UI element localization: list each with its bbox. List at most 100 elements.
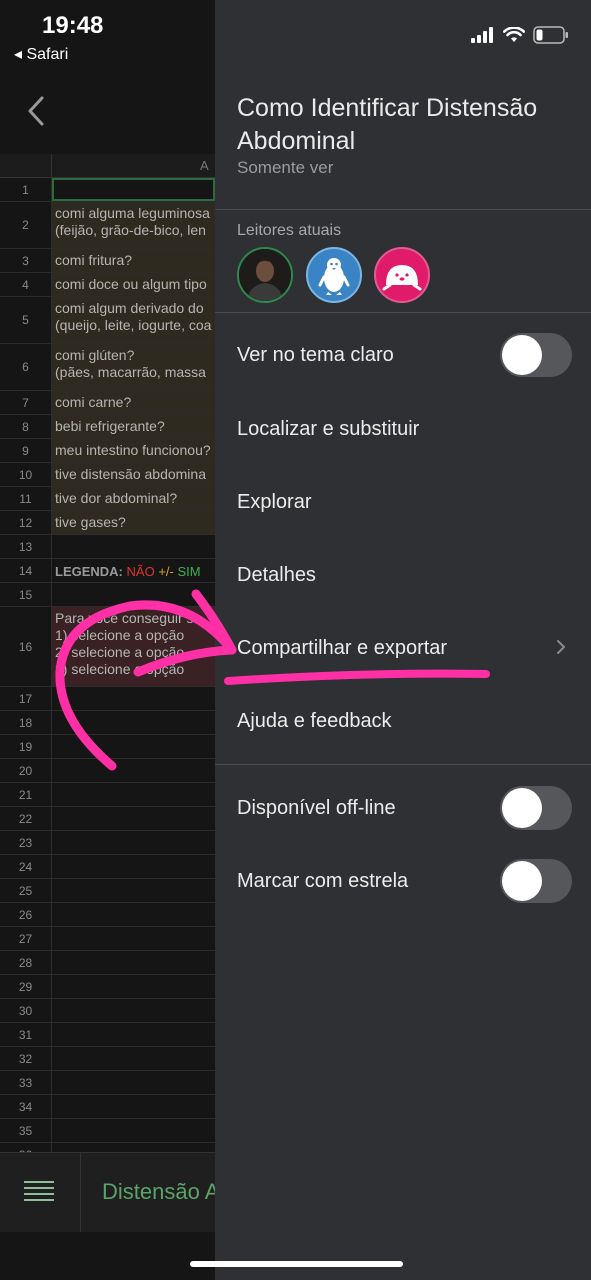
table-cell[interactable]: comi algum derivado do (queijo, leite, i… xyxy=(52,297,215,343)
back-chevron-icon[interactable] xyxy=(24,94,50,128)
table-cell[interactable]: tive dor abdominal? xyxy=(52,487,215,510)
light-theme-toggle[interactable] xyxy=(500,333,572,377)
row-number[interactable]: 30 xyxy=(0,999,52,1022)
offline-toggle[interactable] xyxy=(500,786,572,830)
table-row[interactable]: 23 xyxy=(0,831,215,855)
back-to-safari-link[interactable]: ◂ Safari xyxy=(14,44,68,64)
table-cell[interactable]: bebi refrigerante? xyxy=(52,415,215,438)
table-cell[interactable] xyxy=(52,879,215,902)
table-cell[interactable]: meu intestino funcionou? xyxy=(52,439,215,462)
row-number[interactable]: 32 xyxy=(0,1047,52,1070)
reader-avatar-seal[interactable] xyxy=(374,247,430,303)
all-sheets-menu-icon[interactable] xyxy=(24,1181,54,1203)
table-cell[interactable] xyxy=(52,535,215,558)
row-number[interactable]: 19 xyxy=(0,735,52,758)
column-header-a[interactable]: A xyxy=(200,158,209,173)
row-number[interactable]: 24 xyxy=(0,855,52,878)
table-row[interactable]: 31 xyxy=(0,1023,215,1047)
table-cell[interactable] xyxy=(52,1047,215,1070)
table-cell[interactable] xyxy=(52,951,215,974)
table-row[interactable]: 16 Para você conseguir sa 1) selecione a … xyxy=(0,607,215,687)
table-row[interactable]: 24 xyxy=(0,855,215,879)
table-cell[interactable]: comi doce ou algum tipo xyxy=(52,273,215,296)
table-row[interactable]: 6 comi glúten? (pães, macarrão, massa xyxy=(0,344,215,391)
table-row[interactable]: 27 xyxy=(0,927,215,951)
menu-item-light-theme[interactable]: Ver no tema claro xyxy=(237,344,394,367)
row-number[interactable]: 16 xyxy=(0,607,52,686)
row-number[interactable]: 23 xyxy=(0,831,52,854)
menu-item-help-feedback[interactable]: Ajuda e feedback xyxy=(237,710,392,733)
row-number[interactable]: 5 xyxy=(0,297,52,343)
row-number[interactable]: 18 xyxy=(0,711,52,734)
row-number[interactable]: 13 xyxy=(0,535,52,558)
row-number[interactable]: 15 xyxy=(0,583,52,606)
table-row[interactable]: 25 xyxy=(0,879,215,903)
table-cell[interactable] xyxy=(52,1023,215,1046)
menu-item-find-replace[interactable]: Localizar e substituir xyxy=(237,418,419,441)
table-row[interactable]: 21 xyxy=(0,783,215,807)
row-number[interactable]: 3 xyxy=(0,249,52,272)
table-row[interactable]: 5 comi algum derivado do (queijo, leite, … xyxy=(0,297,215,344)
row-number[interactable]: 35 xyxy=(0,1119,52,1142)
table-row[interactable]: 3 comi fritura? xyxy=(0,249,215,273)
table-cell[interactable] xyxy=(52,759,215,782)
table-row[interactable]: 34 xyxy=(0,1095,215,1119)
table-cell[interactable] xyxy=(52,783,215,806)
table-row[interactable]: 2 comi alguma leguminosa (feijão, grão-de… xyxy=(0,202,215,249)
menu-item-share-export[interactable]: Compartilhar e exportar xyxy=(237,637,447,660)
table-cell[interactable] xyxy=(52,975,215,998)
row-number[interactable]: 8 xyxy=(0,415,52,438)
row-number[interactable]: 26 xyxy=(0,903,52,926)
table-cell[interactable] xyxy=(52,1071,215,1094)
table-row[interactable]: 26 xyxy=(0,903,215,927)
table-cell[interactable] xyxy=(52,1095,215,1118)
row-number[interactable]: 29 xyxy=(0,975,52,998)
table-cell[interactable]: comi fritura? xyxy=(52,249,215,272)
table-row[interactable]: 4 comi doce ou algum tipo xyxy=(0,273,215,297)
row-number[interactable]: 34 xyxy=(0,1095,52,1118)
table-row[interactable]: 1 xyxy=(0,178,215,202)
table-row[interactable]: 8 bebi refrigerante? xyxy=(0,415,215,439)
table-cell[interactable] xyxy=(52,927,215,950)
row-number[interactable]: 27 xyxy=(0,927,52,950)
table-cell[interactable] xyxy=(52,855,215,878)
table-row[interactable]: 20 xyxy=(0,759,215,783)
menu-item-star[interactable]: Marcar com estrela xyxy=(237,870,408,893)
table-row[interactable]: 12 tive gases? xyxy=(0,511,215,535)
reader-avatar-penguin[interactable] xyxy=(306,247,362,303)
table-cell[interactable]: LEGENDA: NÃO +/- SIM xyxy=(52,559,215,582)
table-row[interactable]: 28 xyxy=(0,951,215,975)
table-row[interactable]: 35 xyxy=(0,1119,215,1143)
menu-item-details[interactable]: Detalhes xyxy=(237,564,316,587)
sheet-tab[interactable]: Distensão A xyxy=(102,1179,215,1205)
table-row[interactable]: 32 xyxy=(0,1047,215,1071)
row-number[interactable]: 25 xyxy=(0,879,52,902)
table-row[interactable]: 17 xyxy=(0,687,215,711)
table-cell[interactable]: comi alguma leguminosa (feijão, grão-de-… xyxy=(52,202,215,248)
table-row[interactable]: 9 meu intestino funcionou? xyxy=(0,439,215,463)
row-number[interactable]: 33 xyxy=(0,1071,52,1094)
row-number[interactable]: 20 xyxy=(0,759,52,782)
table-cell[interactable]: tive distensão abdomina xyxy=(52,463,215,486)
table-cell[interactable]: tive gases? xyxy=(52,511,215,534)
table-cell[interactable]: Para você conseguir sa 1) selecione a op… xyxy=(52,607,215,686)
table-row[interactable]: 22 xyxy=(0,807,215,831)
table-cell[interactable]: comi glúten? (pães, macarrão, massa xyxy=(52,344,215,390)
row-number[interactable]: 10 xyxy=(0,463,52,486)
row-number[interactable]: 6 xyxy=(0,344,52,390)
table-row[interactable]: 30 xyxy=(0,999,215,1023)
menu-item-offline[interactable]: Disponível off-line xyxy=(237,797,396,820)
table-cell[interactable] xyxy=(52,999,215,1022)
table-row[interactable]: 13 xyxy=(0,535,215,559)
table-row[interactable]: 19 xyxy=(0,735,215,759)
menu-item-explore[interactable]: Explorar xyxy=(237,491,311,514)
table-cell[interactable] xyxy=(52,687,215,710)
row-number[interactable]: 12 xyxy=(0,511,52,534)
row-number[interactable]: 11 xyxy=(0,487,52,510)
table-cell[interactable] xyxy=(52,735,215,758)
row-number[interactable]: 7 xyxy=(0,391,52,414)
table-row[interactable]: 10 tive distensão abdomina xyxy=(0,463,215,487)
table-cell[interactable]: comi carne? xyxy=(52,391,215,414)
table-row[interactable]: 29 xyxy=(0,975,215,999)
row-number[interactable]: 31 xyxy=(0,1023,52,1046)
